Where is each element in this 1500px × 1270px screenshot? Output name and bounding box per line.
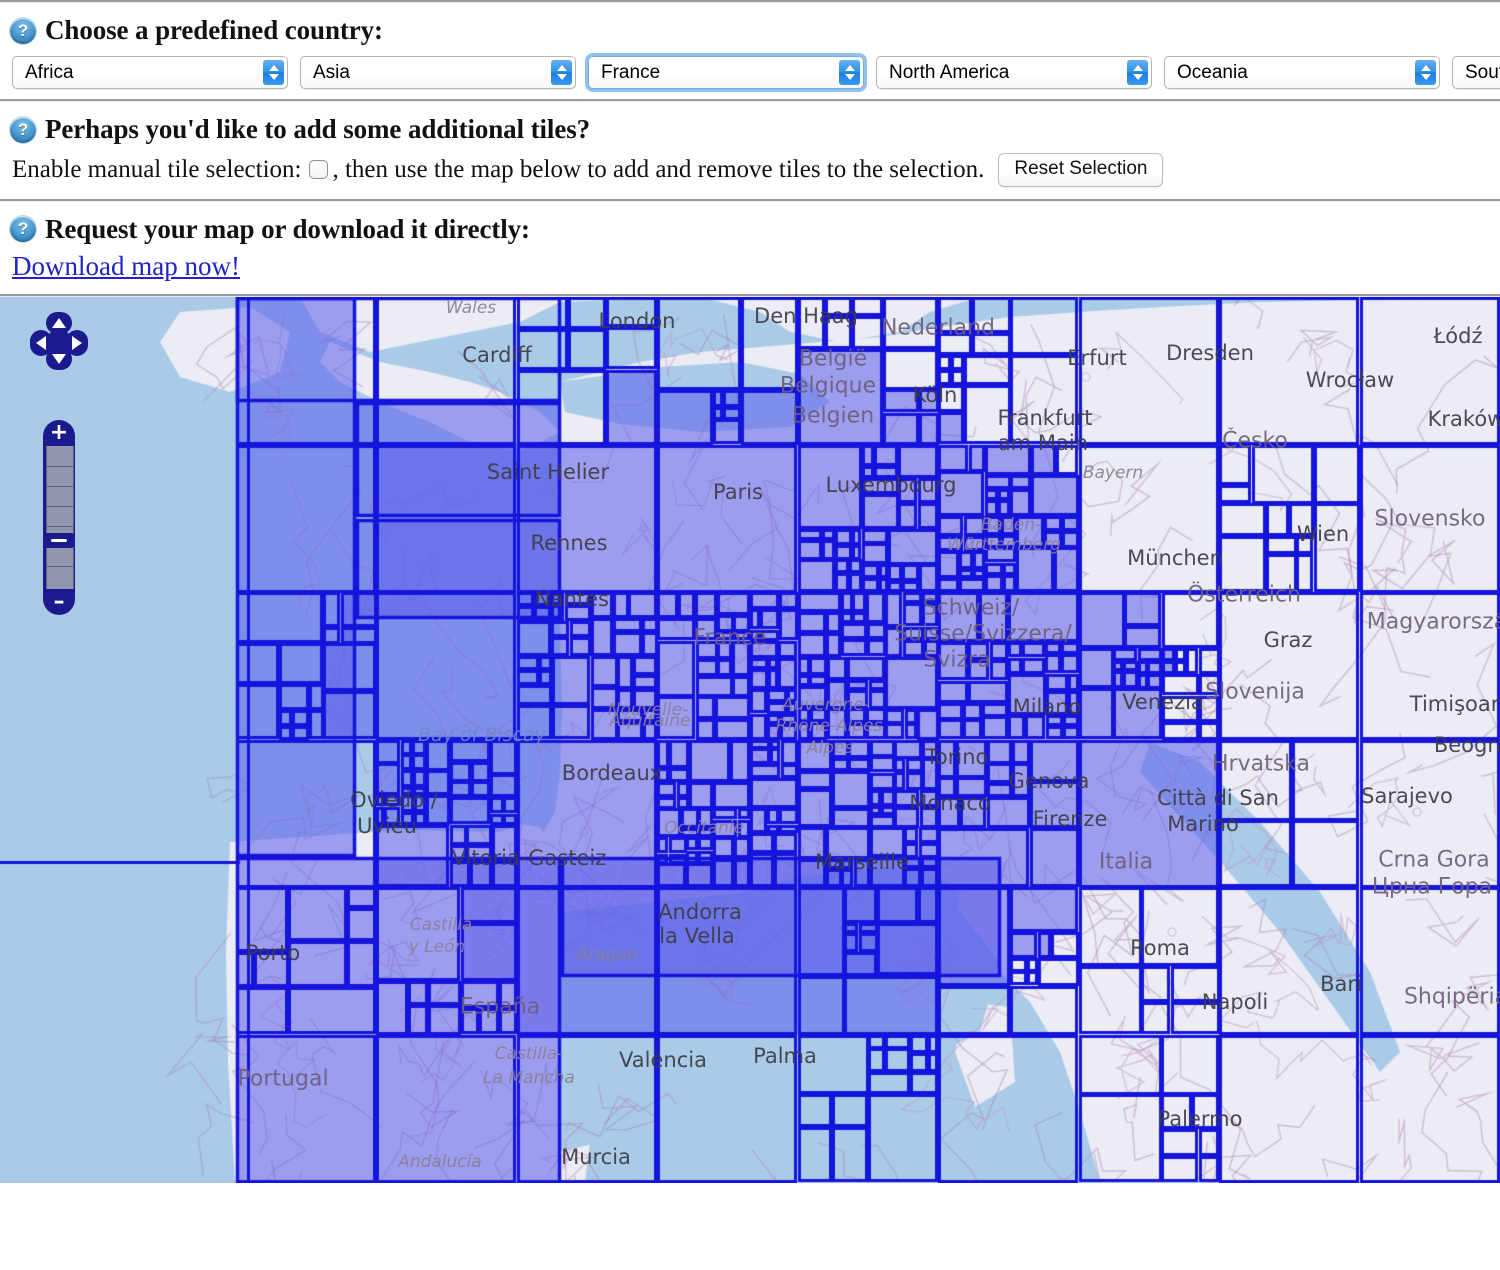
pan-control[interactable] <box>30 311 88 370</box>
section-predefined-country: Choose a predefined country: Africa Asia… <box>0 3 1500 99</box>
select-south-america-value: South <box>1465 61 1500 83</box>
request-heading: Request your map or download it directly… <box>45 213 530 244</box>
select-asia[interactable]: Asia <box>300 56 576 89</box>
selected-tiles-layer[interactable] <box>0 296 1500 1183</box>
help-question-icon[interactable] <box>10 17 36 44</box>
manual-tile-label: Enable manual tile selection: <box>12 155 302 183</box>
select-asia-value: Asia <box>313 61 350 83</box>
chevron-updown-icon[interactable] <box>1127 60 1148 85</box>
zoom-handle[interactable] <box>43 532 75 548</box>
country-heading-row: Choose a predefined country: <box>0 3 1500 52</box>
chevron-updown-icon[interactable] <box>839 60 860 85</box>
select-north-america[interactable]: North America <box>876 56 1152 89</box>
request-heading-row: Request your map or download it directly… <box>0 202 1500 251</box>
manual-tile-hint: , then use the map below to add and remo… <box>332 155 985 183</box>
map-pan-zoom-control[interactable]: + – <box>30 311 90 615</box>
zoom-slider[interactable]: + – <box>43 419 75 615</box>
tiles-heading-row: Perhaps you'd like to add some additiona… <box>0 102 1500 151</box>
pan-up-icon[interactable] <box>46 311 72 334</box>
select-oceania-value: Oceania <box>1177 61 1248 83</box>
section-additional-tiles: Perhaps you'd like to add some additiona… <box>0 102 1500 199</box>
page-title: Choose a predefined country: <box>45 15 383 45</box>
chevron-updown-icon[interactable] <box>551 60 572 85</box>
pan-right-icon[interactable] <box>66 329 88 356</box>
page-root: Choose a predefined country: Africa Asia… <box>0 0 1500 1270</box>
select-africa-value: Africa <box>25 61 74 83</box>
help-question-icon[interactable] <box>10 116 36 143</box>
select-europe[interactable]: France <box>588 56 864 89</box>
chevron-updown-icon[interactable] <box>1415 60 1436 85</box>
help-question-icon[interactable] <box>10 216 36 243</box>
reset-selection-button[interactable]: Reset Selection <box>998 153 1164 187</box>
zoom-track[interactable] <box>46 445 74 589</box>
tiles-heading: Perhaps you'd like to add some additiona… <box>45 114 591 144</box>
zoom-out-button[interactable]: – <box>43 589 75 615</box>
select-south-america[interactable]: South <box>1452 56 1500 89</box>
country-select-row: Africa Asia France North America Oceania… <box>0 52 1500 99</box>
section-request-map: Request your map or download it directly… <box>0 202 1500 294</box>
select-europe-value: France <box>601 61 661 83</box>
select-north-america-value: North America <box>889 61 1010 83</box>
select-africa[interactable]: Africa <box>12 56 288 89</box>
zoom-in-button[interactable]: + <box>43 420 75 446</box>
manual-tile-selection-row: Enable manual tile selection: , then use… <box>0 151 1500 199</box>
download-map-link[interactable]: Download map now! <box>0 251 1500 294</box>
tile-selection-map[interactable]: Wales London Cardiff Den Haag Nederland Łódź D… <box>0 296 1500 1183</box>
manual-tile-selection-checkbox[interactable] <box>309 160 329 180</box>
select-oceania[interactable]: Oceania <box>1164 56 1440 89</box>
chevron-updown-icon[interactable] <box>263 60 284 85</box>
pan-left-icon[interactable] <box>30 329 52 356</box>
